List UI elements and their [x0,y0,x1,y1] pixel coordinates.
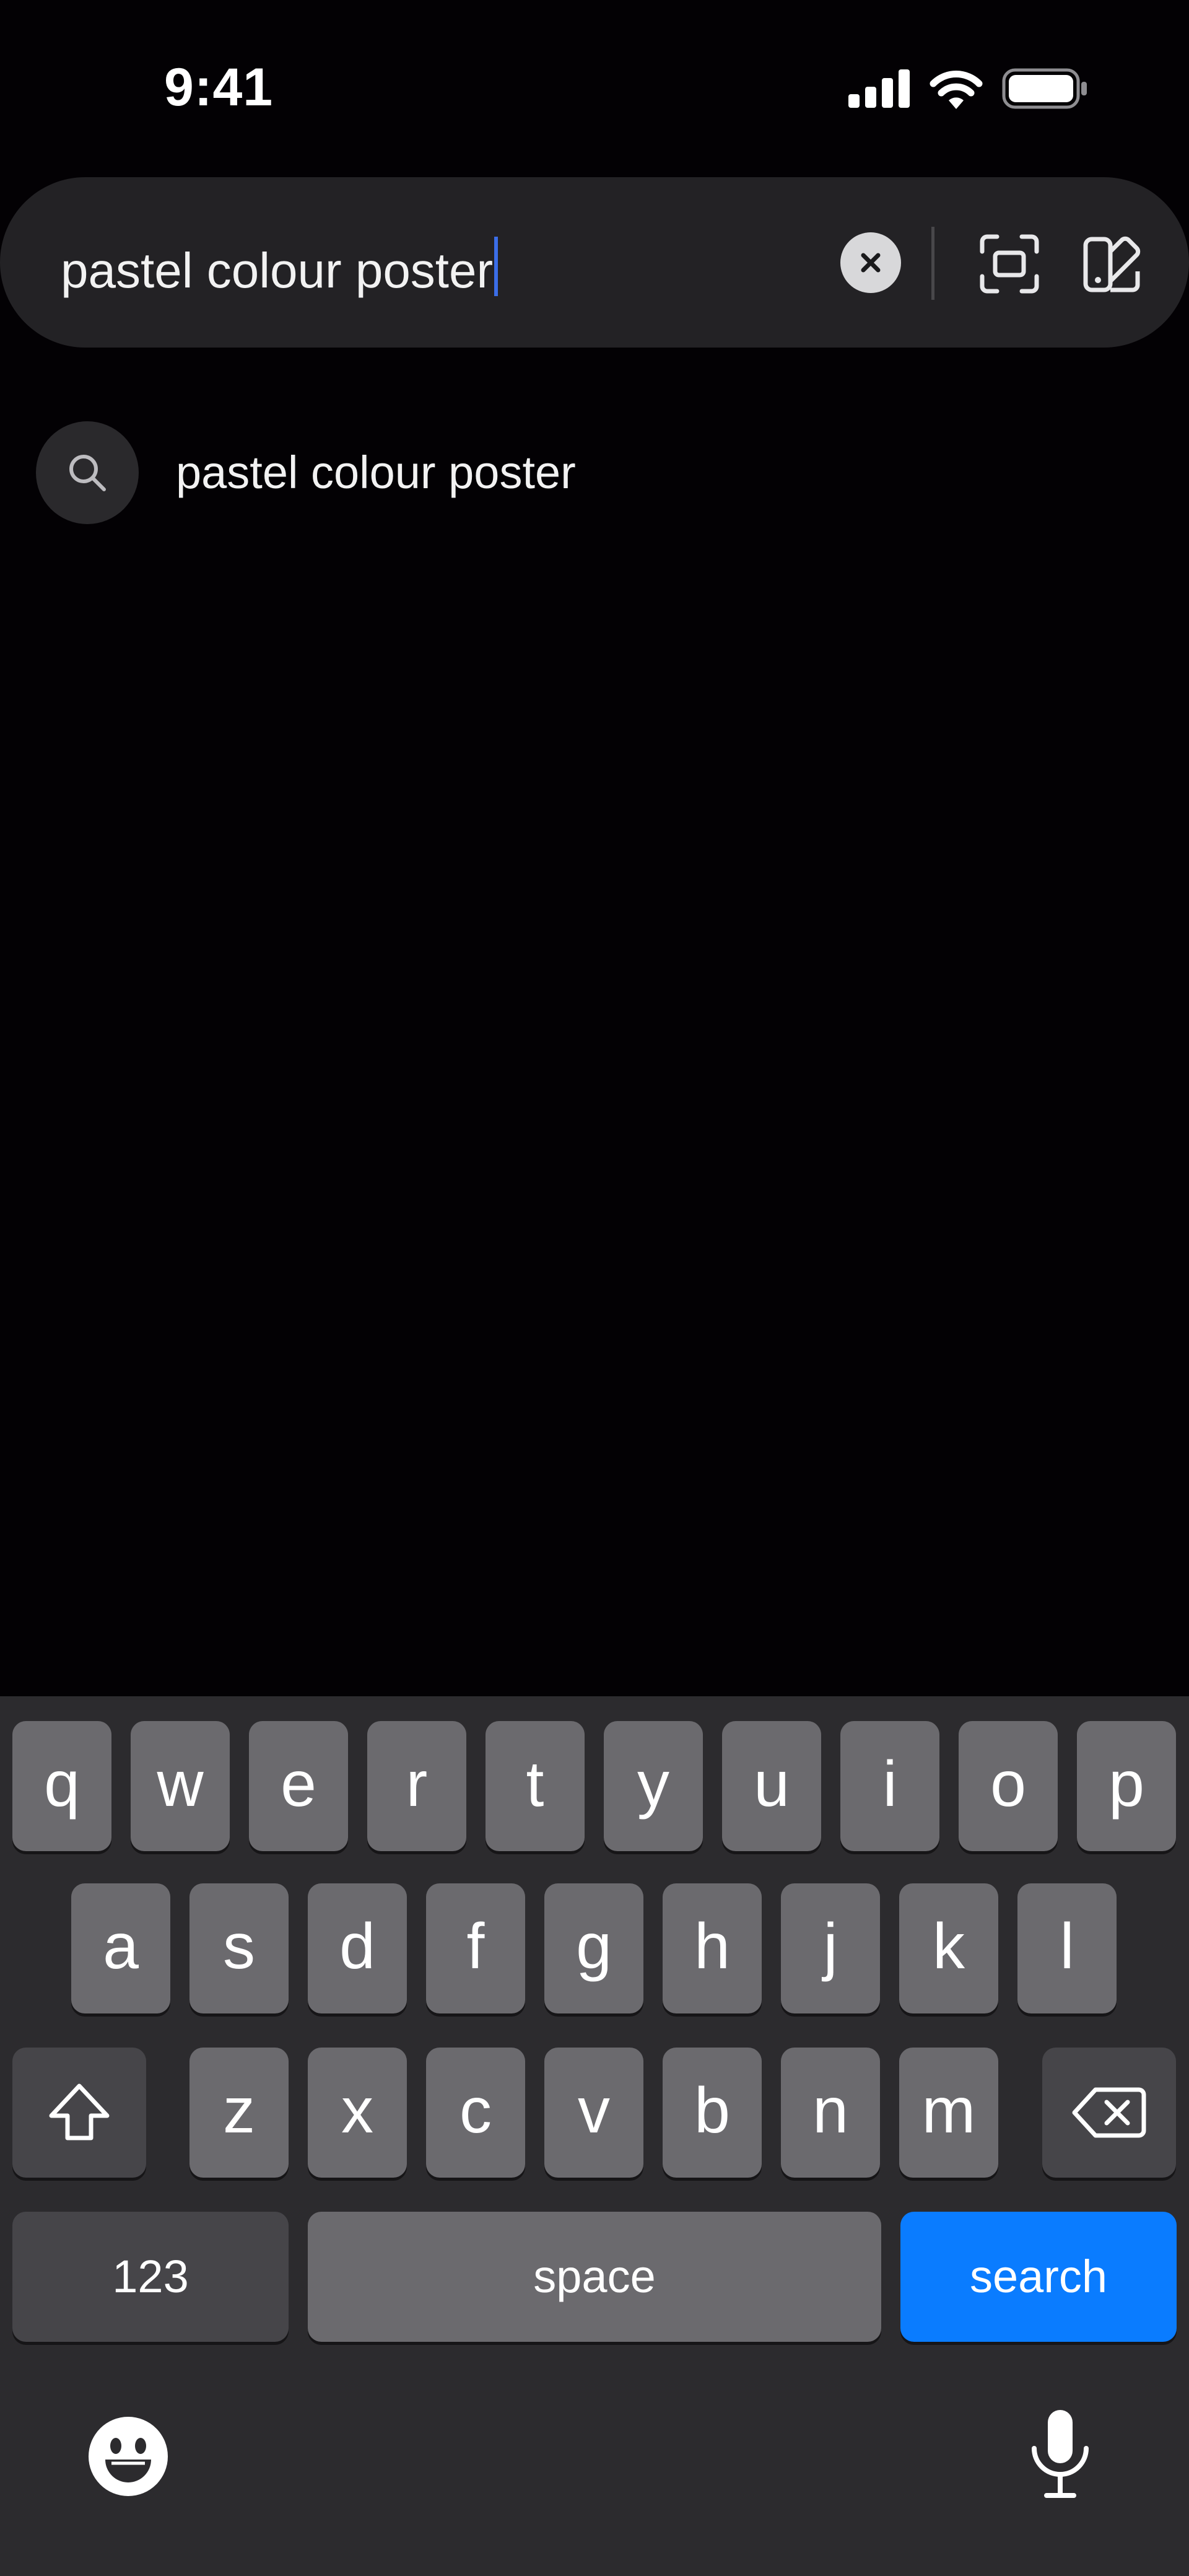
key-label: f [466,1911,485,1982]
key-label: o [990,1748,1026,1820]
search-icon [69,455,106,491]
key-t[interactable]: t [486,1721,585,1851]
key-label: v [578,2075,610,2147]
key-label: space [533,2251,656,2302]
key-label: z [223,2075,255,2147]
key-label: t [526,1748,544,1820]
wifi-icon [930,71,983,109]
key-m[interactable]: m [899,2048,998,2178]
key-label: search [969,2251,1108,2302]
numbers-key[interactable]: 123 [12,2212,289,2342]
shift-icon [49,2083,110,2140]
key-o[interactable]: o [959,1721,1058,1851]
battery-icon [1002,68,1087,109]
search-key[interactable]: search [900,2212,1177,2342]
search-divider [931,227,934,300]
key-p[interactable]: p [1077,1721,1176,1851]
signal-icon [848,69,910,108]
key-label: p [1108,1748,1144,1820]
key-q[interactable]: q [12,1721,111,1851]
search-input[interactable]: pastel colour poster [61,237,499,299]
style-filter-button[interactable] [1081,233,1143,295]
status-time: 9:41 [164,58,274,117]
key-b[interactable]: b [663,2048,762,2178]
key-label: s [223,1911,255,1982]
key-s[interactable]: s [189,1883,289,2013]
clear-search-button[interactable] [840,232,901,293]
key-label: m [921,2075,976,2147]
text-caret [494,237,499,296]
key-label: b [694,2075,730,2147]
key-u[interactable]: u [722,1721,821,1851]
key-r[interactable]: r [367,1721,466,1851]
key-label: u [754,1748,790,1820]
key-z[interactable]: z [189,2048,289,2178]
backspace-icon [1072,2087,1146,2138]
key-label: j [823,1911,838,1982]
key-v[interactable]: v [544,2048,643,2178]
key-label: l [1060,1911,1074,1982]
key-label: y [637,1748,669,1820]
key-n[interactable]: n [781,2048,880,2178]
shift-key[interactable] [12,2048,146,2178]
key-label: c [459,2075,492,2147]
emoji-button[interactable] [87,2415,170,2501]
style-icon [1083,236,1141,292]
suggestion-item[interactable]: pastel colour poster [36,421,1151,524]
key-k[interactable]: k [899,1883,998,2013]
key-y[interactable]: y [604,1721,703,1851]
key-f[interactable]: f [426,1883,525,2013]
search-bar[interactable]: pastel colour poster [0,177,1189,348]
key-l[interactable]: l [1017,1883,1117,2013]
keyboard: q w e r t y u i o p a s d f g h j k l z … [0,1696,1189,2576]
suggestion-label: pastel colour poster [176,447,576,498]
key-label: i [882,1748,897,1820]
key-label: a [103,1911,139,1982]
key-a[interactable]: a [71,1883,170,2013]
key-label: r [406,1748,428,1820]
key-label: d [339,1911,375,1982]
key-x[interactable]: x [308,2048,407,2178]
microphone-icon [1032,2410,1089,2498]
key-label: e [281,1748,316,1820]
key-label: g [576,1911,612,1982]
space-key[interactable]: space [308,2212,881,2342]
scan-icon [980,234,1039,294]
close-icon [861,253,881,273]
key-label: x [341,2075,373,2147]
key-label: w [157,1748,204,1820]
key-i[interactable]: i [840,1721,939,1851]
key-j[interactable]: j [781,1883,880,2013]
key-e[interactable]: e [249,1721,348,1851]
suggestion-icon-container [36,421,139,524]
key-g[interactable]: g [544,1883,643,2013]
search-input-value: pastel colour poster [61,243,494,298]
key-label: n [812,2075,848,2147]
scan-button[interactable] [978,233,1040,295]
key-label: q [44,1748,80,1820]
microphone-button[interactable] [1028,2407,1092,2504]
key-w[interactable]: w [131,1721,230,1851]
key-label: h [694,1911,730,1982]
status-icons [848,67,1089,110]
delete-key[interactable] [1042,2048,1176,2178]
key-label: 123 [112,2251,189,2302]
key-h[interactable]: h [663,1883,762,2013]
key-c[interactable]: c [426,2048,525,2178]
emoji-icon [89,2417,168,2496]
key-d[interactable]: d [308,1883,407,2013]
key-label: k [933,1911,965,1982]
status-bar: 9:41 [0,0,1189,161]
